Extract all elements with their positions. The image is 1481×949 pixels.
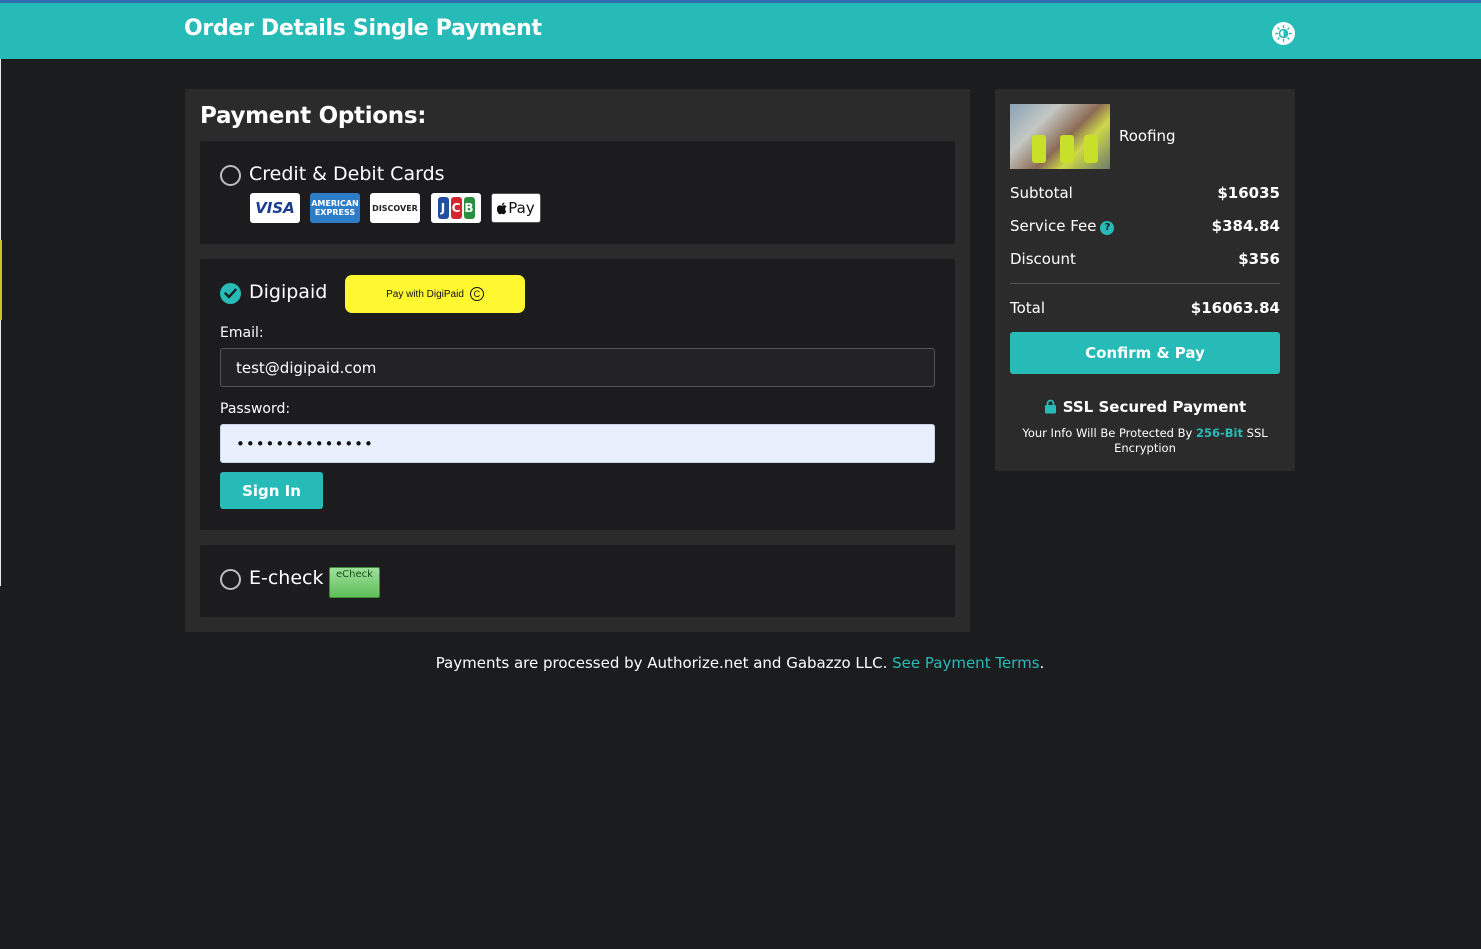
apple-pay-text: Pay [508, 199, 535, 217]
footer-text: Payments are processed by Authorize.net … [435, 654, 893, 672]
worker-figure [1060, 135, 1074, 163]
email-label: Email: [220, 325, 264, 341]
page-title: Order Details Single Payment [184, 16, 542, 41]
sun-toggle-icon[interactable] [1272, 22, 1295, 45]
pay-with-digipaid-text: Pay with DigiPaid [386, 288, 464, 300]
confirm-pay-button[interactable]: Confirm & Pay [1010, 332, 1280, 374]
visa-text: VISA [255, 199, 295, 217]
total-value: $16063.84 [1190, 299, 1280, 317]
discount-label: Discount [1010, 250, 1076, 268]
jcb-letter-b: B [463, 197, 475, 219]
worker-figure [1084, 135, 1098, 163]
window-edge [0, 59, 1, 586]
window-edge-accent [0, 240, 2, 320]
payment-options-panel: Payment Options: Credit & Debit Cards VI… [185, 89, 970, 632]
apple-pay-logo: Pay [491, 193, 541, 223]
service-fee-label-wrap: Service Fee? [1010, 217, 1115, 235]
lock-icon [1044, 399, 1057, 418]
service-fee-value: $384.84 [1211, 217, 1280, 235]
amex-text-2: EXPRESS [314, 208, 356, 217]
pay-with-digipaid-button[interactable]: Pay with DigiPaid C [345, 275, 525, 313]
jcb-logo: J C B [431, 193, 481, 223]
email-field[interactable] [220, 348, 935, 387]
footer-end: . [1039, 654, 1045, 672]
echeck-badge: eCheck [329, 567, 380, 598]
help-icon[interactable]: ? [1100, 221, 1115, 235]
subtotal-value: $16035 [1217, 184, 1280, 202]
digipaid-label: Digipaid [249, 281, 328, 303]
subtotal-label: Subtotal [1010, 184, 1073, 202]
payment-terms-link[interactable]: See Payment Terms [892, 654, 1039, 672]
worker-figure [1032, 135, 1046, 163]
header-bar: Order Details Single Payment [0, 0, 1481, 59]
ssl-note-highlight: 256-Bit [1196, 426, 1243, 440]
ssl-title-text: SSL Secured Payment [1062, 398, 1247, 416]
digipaid-radio[interactable] [220, 283, 241, 304]
echeck-label: E-check [249, 567, 324, 589]
amex-logo: AMERICAN EXPRESS [310, 193, 360, 223]
apple-icon [497, 202, 507, 214]
summary-divider [1010, 283, 1280, 284]
jcb-letter-j: J [437, 197, 449, 219]
digipaid-logo-icon: C [469, 287, 484, 301]
discount-value: $356 [1238, 250, 1280, 268]
echeck-option[interactable]: E-check eCheck [200, 545, 955, 617]
password-label: Password: [220, 401, 291, 417]
credit-card-label: Credit & Debit Cards [249, 163, 445, 185]
service-fee-label: Service Fee [1010, 217, 1097, 235]
total-label: Total [1010, 299, 1046, 317]
digipaid-option[interactable]: Digipaid Pay with DigiPaid C Email: Pass… [200, 259, 955, 530]
product-name: Roofing [1119, 127, 1176, 145]
sign-in-button[interactable]: Sign In [220, 472, 323, 509]
amex-text-1: AMERICAN [311, 199, 359, 208]
discover-logo: DISCOVER [370, 193, 420, 223]
payment-options-heading: Payment Options: [200, 103, 427, 129]
payment-processor-note: Payments are processed by Authorize.net … [185, 654, 1295, 672]
order-summary-panel: Roofing Subtotal $16035 Service Fee? $38… [995, 89, 1295, 471]
password-field[interactable] [220, 424, 935, 463]
credit-card-radio[interactable] [220, 165, 241, 186]
product-image [1010, 104, 1110, 169]
jcb-letter-c: C [450, 197, 462, 219]
echeck-radio[interactable] [220, 569, 241, 590]
echeck-badge-text: eCheck [336, 569, 373, 580]
visa-logo: VISA [250, 193, 300, 223]
discover-text: DISCOVER [372, 203, 418, 213]
checkmark-icon [224, 288, 237, 299]
ssl-title: SSL Secured Payment [995, 398, 1295, 418]
ssl-note: Your Info Will Be Protected By 256-Bit S… [1015, 426, 1275, 456]
ssl-note-pre: Your Info Will Be Protected By [1022, 426, 1196, 440]
credit-card-option[interactable]: Credit & Debit Cards VISA AMERICAN EXPRE… [200, 141, 955, 244]
